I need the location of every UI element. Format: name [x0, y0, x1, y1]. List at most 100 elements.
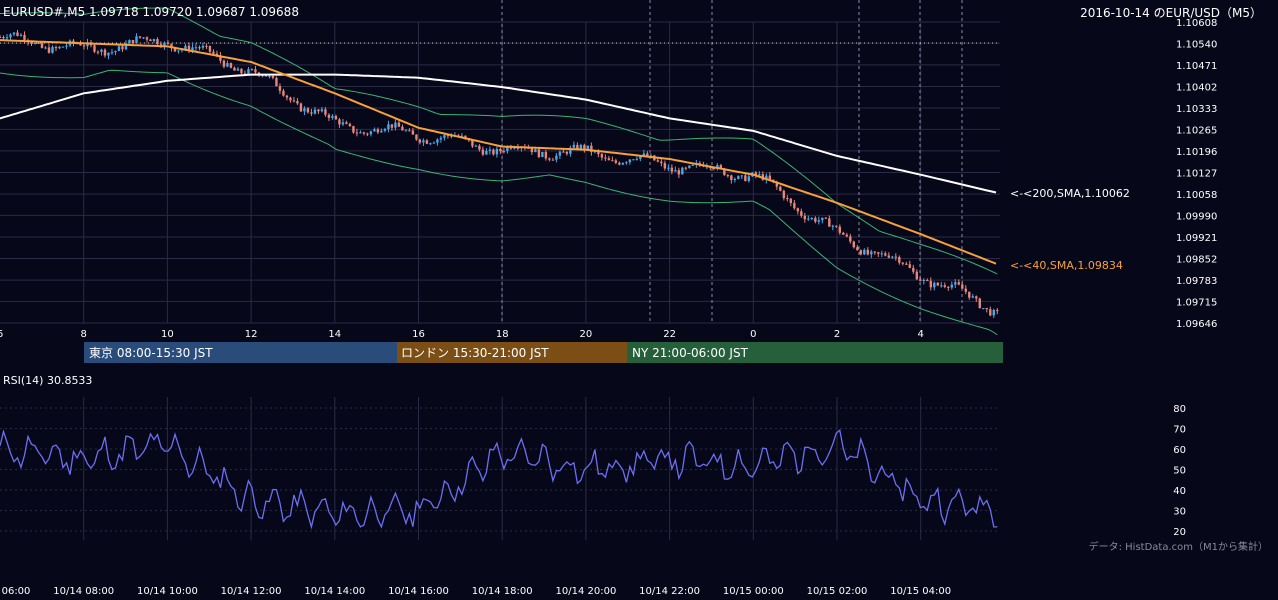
candle-body — [961, 284, 964, 289]
price-tick-label: 1.09715 — [1176, 297, 1217, 308]
candle-body — [418, 139, 422, 143]
candle-body — [786, 198, 789, 200]
price-tick-label: 1.09921 — [1176, 233, 1217, 244]
candle-body — [58, 46, 61, 49]
candle-body — [40, 43, 44, 48]
candle-body — [380, 130, 383, 133]
candle-body — [61, 46, 65, 48]
candle-body — [271, 75, 275, 78]
candle-body — [366, 133, 369, 135]
top-time-tick-label: 4 — [918, 329, 924, 340]
candle-body — [240, 68, 243, 74]
bottom-time-tick-label: 10/14 12:00 — [221, 586, 282, 597]
candle-body — [807, 218, 810, 220]
candle-body — [856, 247, 859, 251]
session-divider-lines — [83, 0, 963, 540]
candle-body — [233, 67, 236, 71]
candle-body — [334, 116, 338, 120]
candle-body — [674, 170, 677, 172]
candle-body — [373, 129, 376, 132]
candle-body — [425, 140, 429, 144]
candle-body — [292, 100, 296, 102]
candle-body — [684, 167, 688, 169]
rsi-tick-label: 30 — [1173, 507, 1186, 518]
candle-body — [737, 176, 740, 179]
candle-body — [905, 263, 908, 265]
data-source-note: データ: HistData.com（M1から集計） — [1089, 540, 1268, 553]
candle-body — [926, 280, 929, 282]
candle-body — [800, 211, 803, 216]
candle-body — [849, 236, 852, 242]
candle-body — [208, 45, 212, 52]
candle-body — [96, 51, 100, 53]
candle-body — [796, 208, 800, 212]
bottom-time-tick-label: 10/14 16:00 — [388, 586, 449, 597]
candle-body — [880, 253, 884, 255]
candle-body — [912, 267, 915, 272]
rsi-tick-label: 20 — [1173, 527, 1186, 538]
candle-body — [947, 286, 950, 288]
bollinger-lower — [0, 69, 998, 336]
candle-body — [390, 124, 394, 128]
candle-body — [341, 122, 345, 125]
candle-body — [954, 282, 957, 285]
candle-body — [901, 262, 905, 264]
candle-body — [544, 151, 548, 159]
candle-body — [44, 47, 47, 49]
candle-body — [177, 50, 180, 52]
candle-body — [432, 142, 436, 144]
candle-body — [138, 36, 142, 38]
candle-body — [355, 132, 359, 134]
candle-body — [817, 220, 821, 222]
rsi-line — [0, 428, 998, 530]
candle-body — [205, 45, 208, 47]
candle-body — [474, 145, 478, 147]
candle-body — [282, 90, 285, 96]
candle-body — [828, 218, 831, 227]
london-session-label: ロンドン 15:30-21:00 JST — [401, 346, 549, 360]
candle-body — [530, 148, 534, 153]
candle-body — [618, 162, 621, 165]
candle-body — [142, 37, 145, 39]
candle-body — [502, 151, 506, 153]
candle-body — [439, 137, 443, 140]
candle-body — [758, 174, 761, 176]
candle-body — [978, 298, 981, 309]
candle-body — [9, 34, 12, 38]
candle-body — [82, 45, 86, 47]
bottom-time-tick-label: 10/14 20:00 — [555, 586, 616, 597]
top-time-tick-label: 12 — [245, 329, 258, 340]
candle-body — [789, 198, 793, 204]
top-time-tick-label: 10 — [161, 329, 174, 340]
price-tick-label: 1.10402 — [1176, 82, 1217, 93]
sma40-label: <-<40,SMA,1.09834 — [1010, 259, 1123, 272]
candle-body — [247, 69, 250, 75]
top-time-tick-label: 14 — [328, 329, 341, 340]
candle-body — [131, 40, 135, 44]
candle-body — [47, 47, 51, 53]
rsi-tick-label: 70 — [1173, 425, 1186, 436]
tokyo-session-label: 東京 08:00-15:30 JST — [89, 346, 213, 360]
candle-body — [744, 175, 747, 181]
rsi-title: RSI(14) 30.8533 — [3, 374, 92, 387]
candle-body — [488, 149, 492, 151]
candle-body — [551, 159, 555, 161]
candle-body — [275, 77, 278, 87]
candle-body — [996, 310, 999, 312]
candle-body — [317, 109, 320, 112]
candle-body — [492, 149, 495, 155]
candle-body — [478, 145, 481, 150]
candle-body — [152, 39, 156, 42]
symbol-info: EURUSD#,M5 1.09718 1.09720 1.09687 1.096… — [3, 5, 299, 19]
candle-body — [422, 140, 425, 143]
candle-body — [201, 45, 205, 48]
candle-body — [943, 285, 946, 287]
top-time-tick-label: 0 — [750, 329, 756, 340]
candle-body — [667, 167, 670, 169]
candle-body — [968, 291, 971, 298]
candle-body — [534, 149, 537, 153]
candle-body — [135, 36, 138, 44]
candle-body — [310, 112, 313, 114]
candle-body — [604, 157, 607, 159]
candle-body — [730, 175, 733, 181]
